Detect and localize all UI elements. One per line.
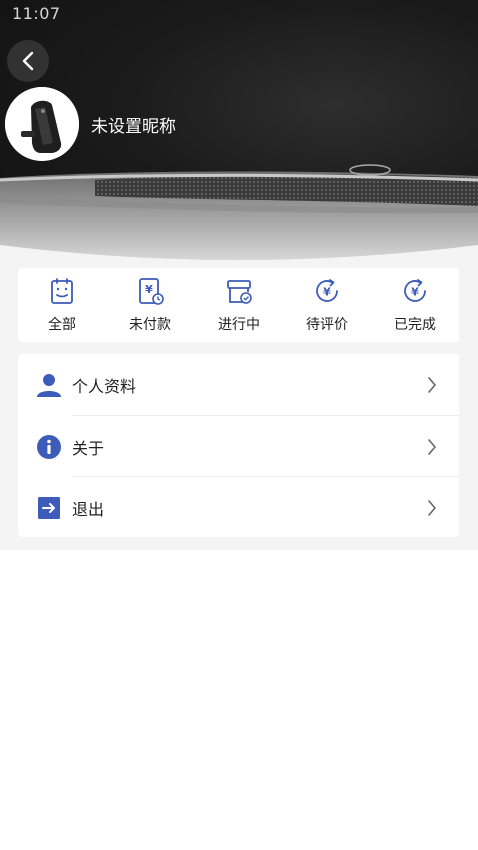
unpaid-bill-icon: ¥ [139, 278, 164, 305]
chevron-left-icon [22, 51, 34, 71]
status-bar-time: 11:07 [12, 4, 61, 23]
menu-item-about[interactable]: 关于 [18, 416, 459, 477]
order-pending-review-label: 待评价 [306, 317, 348, 333]
order-all-label: 全部 [48, 317, 76, 333]
order-unpaid-label: 未付款 [129, 317, 171, 333]
clipboard-icon [51, 278, 73, 304]
completed-yen-icon: ¥ [404, 279, 426, 302]
menu-item-about-label: 关于 [72, 439, 105, 458]
menu-card: 个人资料 关于 退出 [18, 354, 459, 537]
chevron-right-icon [428, 439, 436, 455]
back-button[interactable] [7, 40, 49, 82]
svg-text:¥: ¥ [411, 286, 419, 299]
menu-item-logout[interactable]: 退出 [18, 477, 459, 538]
menu-item-profile[interactable]: 个人资料 [18, 354, 459, 415]
nickname-label[interactable]: 未设置昵称 [91, 112, 176, 137]
svg-text:¥: ¥ [323, 286, 331, 299]
menu-item-logout-label: 退出 [72, 500, 105, 519]
order-in-progress-button[interactable]: 进行中 [204, 276, 274, 340]
user-icon [37, 374, 61, 397]
order-unpaid-button[interactable]: ¥ 未付款 [115, 276, 185, 340]
avatar[interactable] [5, 87, 79, 161]
info-icon [37, 435, 61, 459]
device-avatar-image [5, 87, 79, 161]
orders-card: 全部 ¥ 未付款 进行中 ¥ 待评价 ¥ 已完成 [18, 268, 459, 342]
order-completed-label: 已完成 [394, 317, 436, 333]
order-in-progress-label: 进行中 [218, 317, 260, 333]
chevron-right-icon [428, 500, 436, 516]
profile-header: 11:07 未设置昵称 [0, 0, 478, 262]
svg-text:¥: ¥ [145, 283, 153, 296]
chevron-right-icon [428, 377, 436, 393]
pending-review-yen-icon: ¥ [316, 279, 338, 302]
logout-arrow-icon [38, 497, 60, 519]
menu-item-profile-label: 个人资料 [72, 377, 137, 396]
in-progress-box-icon [227, 280, 252, 304]
order-pending-review-button[interactable]: ¥ 待评价 [292, 276, 362, 340]
order-completed-button[interactable]: ¥ 已完成 [380, 276, 450, 340]
order-all-button[interactable]: 全部 [27, 276, 97, 340]
